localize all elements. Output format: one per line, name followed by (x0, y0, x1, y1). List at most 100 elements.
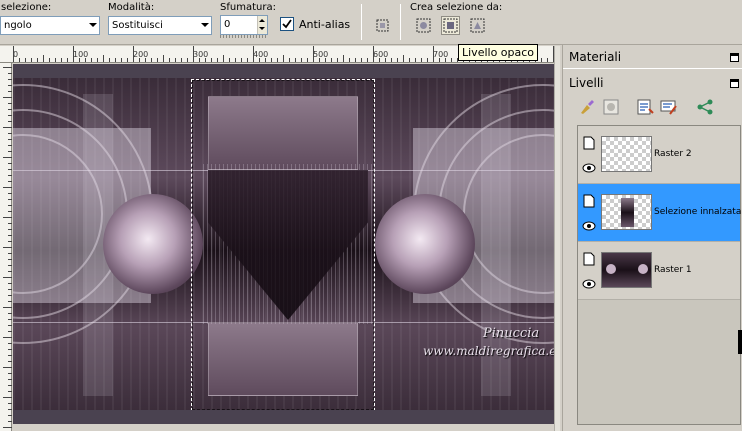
tool-options-bar: selezione: ngolo Modalità: Sostituisci S… (0, 0, 742, 45)
ruler-tick (331, 58, 332, 62)
ruler-tick (547, 58, 548, 62)
layer-edit-button[interactable] (659, 97, 679, 117)
ruler-tick (8, 265, 12, 266)
antialias-checkbox[interactable] (280, 17, 294, 31)
selection-frame-button[interactable] (373, 16, 392, 35)
selection-type-label: selezione: (1, 2, 52, 13)
ruler-tick (8, 121, 12, 122)
layer-type-icon (583, 136, 595, 150)
stepper-up-icon[interactable] (259, 19, 265, 22)
ruler-tick (199, 58, 200, 62)
feather-stepper[interactable]: 0 (220, 15, 268, 35)
ruler-tick (283, 55, 284, 62)
layer-name: Raster 2 (654, 149, 692, 159)
ruler-tick (8, 325, 12, 326)
ruler-tick (397, 58, 398, 62)
ruler-tick (217, 58, 218, 62)
selection-type-dropdown[interactable]: ngolo (0, 16, 100, 35)
ruler-tick (8, 289, 12, 290)
layer-item-raster-1[interactable]: Raster 1 (578, 242, 740, 300)
ruler-tick (3, 217, 12, 218)
ruler-tick (103, 55, 104, 62)
layers-panel-title: Livelli (569, 76, 604, 90)
ruler-tick (211, 58, 212, 62)
layer-item-selection-raised[interactable]: Selezione innalzata (578, 184, 742, 242)
antialias-label: Anti-alias (299, 18, 351, 31)
ruler-tick (379, 58, 380, 62)
ruler-tick (409, 58, 410, 62)
visibility-eye-icon[interactable] (582, 221, 596, 231)
mode-value: Sostituisci (112, 20, 163, 31)
feather-slider[interactable] (220, 35, 268, 38)
materials-panel-title: Materiali (569, 50, 622, 64)
mask-icon (603, 99, 619, 115)
from-layer-button[interactable] (414, 16, 433, 35)
ruler-tick (8, 253, 12, 254)
ruler-tick (373, 46, 374, 62)
ruler-tick (127, 58, 128, 62)
ruler-tick (205, 58, 206, 62)
ruler-tick (385, 58, 386, 62)
ruler-tick (3, 397, 12, 398)
properties-icon (637, 99, 654, 115)
from-mask-icon (470, 18, 485, 33)
ruler-tick (8, 73, 12, 74)
ruler-tick (451, 58, 452, 62)
chevron-down-icon (201, 23, 209, 27)
canvas-scrollbar[interactable] (554, 46, 560, 431)
ruler-tick (403, 55, 404, 62)
materials-panel-close-icon[interactable] (730, 53, 739, 62)
stepper-down-icon[interactable] (259, 27, 265, 30)
from-mask-button[interactable] (468, 16, 487, 35)
layer-name: Selezione innalzata (654, 207, 742, 217)
image-canvas[interactable]: Pinuccia www.maldiregrafica.eu (13, 64, 554, 424)
ruler-tick (235, 58, 236, 62)
stepper-buttons[interactable] (257, 16, 267, 34)
ruler-tick (8, 409, 12, 410)
ruler-tick (8, 193, 12, 194)
ruler-tick (8, 133, 12, 134)
ruler-tick (8, 91, 12, 92)
ruler-tick (367, 58, 368, 62)
ruler-tick (259, 58, 260, 62)
ruler-tick (8, 295, 12, 296)
layer-thumbnail (601, 194, 652, 230)
layers-panel-close-icon[interactable] (730, 79, 739, 88)
ruler-tick (3, 367, 12, 368)
ruler-tick (79, 58, 80, 62)
ruler-tick (175, 58, 176, 62)
ruler-tick (8, 229, 12, 230)
visibility-eye-icon[interactable] (582, 163, 596, 173)
mode-dropdown[interactable]: Sostituisci (108, 16, 212, 35)
ruler-tick (8, 271, 12, 272)
ruler-tick (61, 58, 62, 62)
ruler-tick (421, 58, 422, 62)
mode-label: Modalità: (108, 2, 155, 13)
ruler-tick (133, 46, 134, 62)
checkmark-icon (282, 19, 292, 29)
ruler-tick (8, 349, 12, 350)
ruler-tick (355, 58, 356, 62)
layer-item-raster-2[interactable]: Raster 2 (578, 126, 740, 184)
ruler-tick (187, 58, 188, 62)
layer-paint-button[interactable] (577, 97, 597, 117)
ruler-tick (3, 187, 12, 188)
thumbnail-content (638, 264, 648, 274)
ruler-tick (8, 283, 12, 284)
ruler-tick (3, 277, 12, 278)
ruler-tick (391, 58, 392, 62)
visibility-eye-icon[interactable] (582, 279, 596, 289)
ruler-tick (3, 127, 12, 128)
ruler-tick (247, 58, 248, 62)
ruler-tick (8, 319, 12, 320)
layer-mask-button[interactable] (601, 97, 621, 117)
ruler-tick (55, 58, 56, 62)
panel-collapse-handle[interactable] (738, 330, 742, 354)
layer-share-button[interactable] (695, 97, 715, 117)
thumbnail-content (606, 264, 616, 274)
ruler-tick (325, 58, 326, 62)
from-opaque-layer-button[interactable] (441, 16, 460, 35)
layer-properties-button[interactable] (635, 97, 655, 117)
ruler-tick (49, 58, 50, 62)
ruler-tick (8, 331, 12, 332)
